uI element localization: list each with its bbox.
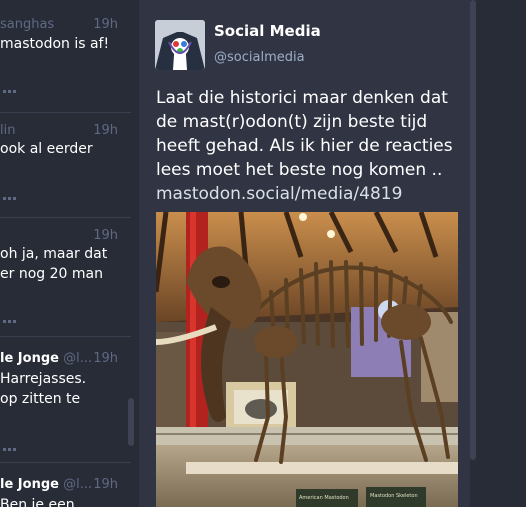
media-sign: Mastodon Skeleton [370,493,418,499]
toot-line: lees moet het beste nog komen .. [156,160,443,180]
status-text: Ben je een [0,497,75,507]
media-attachment[interactable]: American Mastodon Mastodon Skeleton [156,212,458,507]
timeline-column[interactable]: sanghas 19h mastodon is af! lin 19h ook … [0,0,139,507]
media-link[interactable]: mastodon.social/media/4819 [156,182,456,206]
media-sign: American Mastodon [299,495,349,501]
status-text: er nog 20 man [0,266,103,282]
status-author[interactable]: lin [0,123,15,138]
status-text: mastodon is af! [0,36,110,52]
toot-line: heeft gehad. Als ik hier de reacties [156,136,453,156]
avatar[interactable] [155,20,205,70]
more-icon[interactable] [3,90,17,94]
toot-line: Laat die historici maar denken dat [156,88,448,108]
status-item[interactable]: le Jonge @l... 19h Ben je een [0,463,131,507]
mastodon-skeleton-image: American Mastodon Mastodon Skeleton [156,212,458,507]
status-text: oh ja, maar dat [0,246,108,262]
status-item[interactable]: sanghas 19h mastodon is af! [0,0,131,113]
toot-content: Laat die historici maar denken dat de ma… [156,86,456,206]
status-item[interactable]: 19h oh ja, maar dat er nog 20 man [0,218,131,337]
account-handle[interactable]: @socialmedia [214,50,305,65]
status-time[interactable]: 19h [93,228,118,243]
more-icon[interactable] [3,448,17,452]
display-name[interactable]: Social Media [214,22,321,40]
status-text: Harrejasses. [0,371,87,387]
status-author[interactable]: le Jonge @l... [0,351,92,366]
more-icon[interactable] [3,320,17,324]
next-column-edge [476,0,526,507]
status-item[interactable]: le Jonge @l... 19h Harrejasses. op zitte… [0,337,131,463]
status-time[interactable]: 19h [93,477,118,492]
more-icon[interactable] [3,197,17,201]
status-time[interactable]: 19h [93,351,118,366]
toot-line: de mast(r)odon(t) zijn beste tijd [156,112,428,132]
status-text: ook al eerder [0,141,93,157]
status-text: op zitten te [0,391,81,407]
status-time[interactable]: 19h [93,17,118,32]
status-author[interactable]: le Jonge @l... [0,477,92,492]
avatar-icon [155,20,205,70]
status-time[interactable]: 19h [93,123,118,138]
status-item[interactable]: lin 19h ook al eerder [0,113,131,218]
status-author[interactable]: sanghas [0,17,54,32]
timeline-scrollbar[interactable] [128,398,134,446]
